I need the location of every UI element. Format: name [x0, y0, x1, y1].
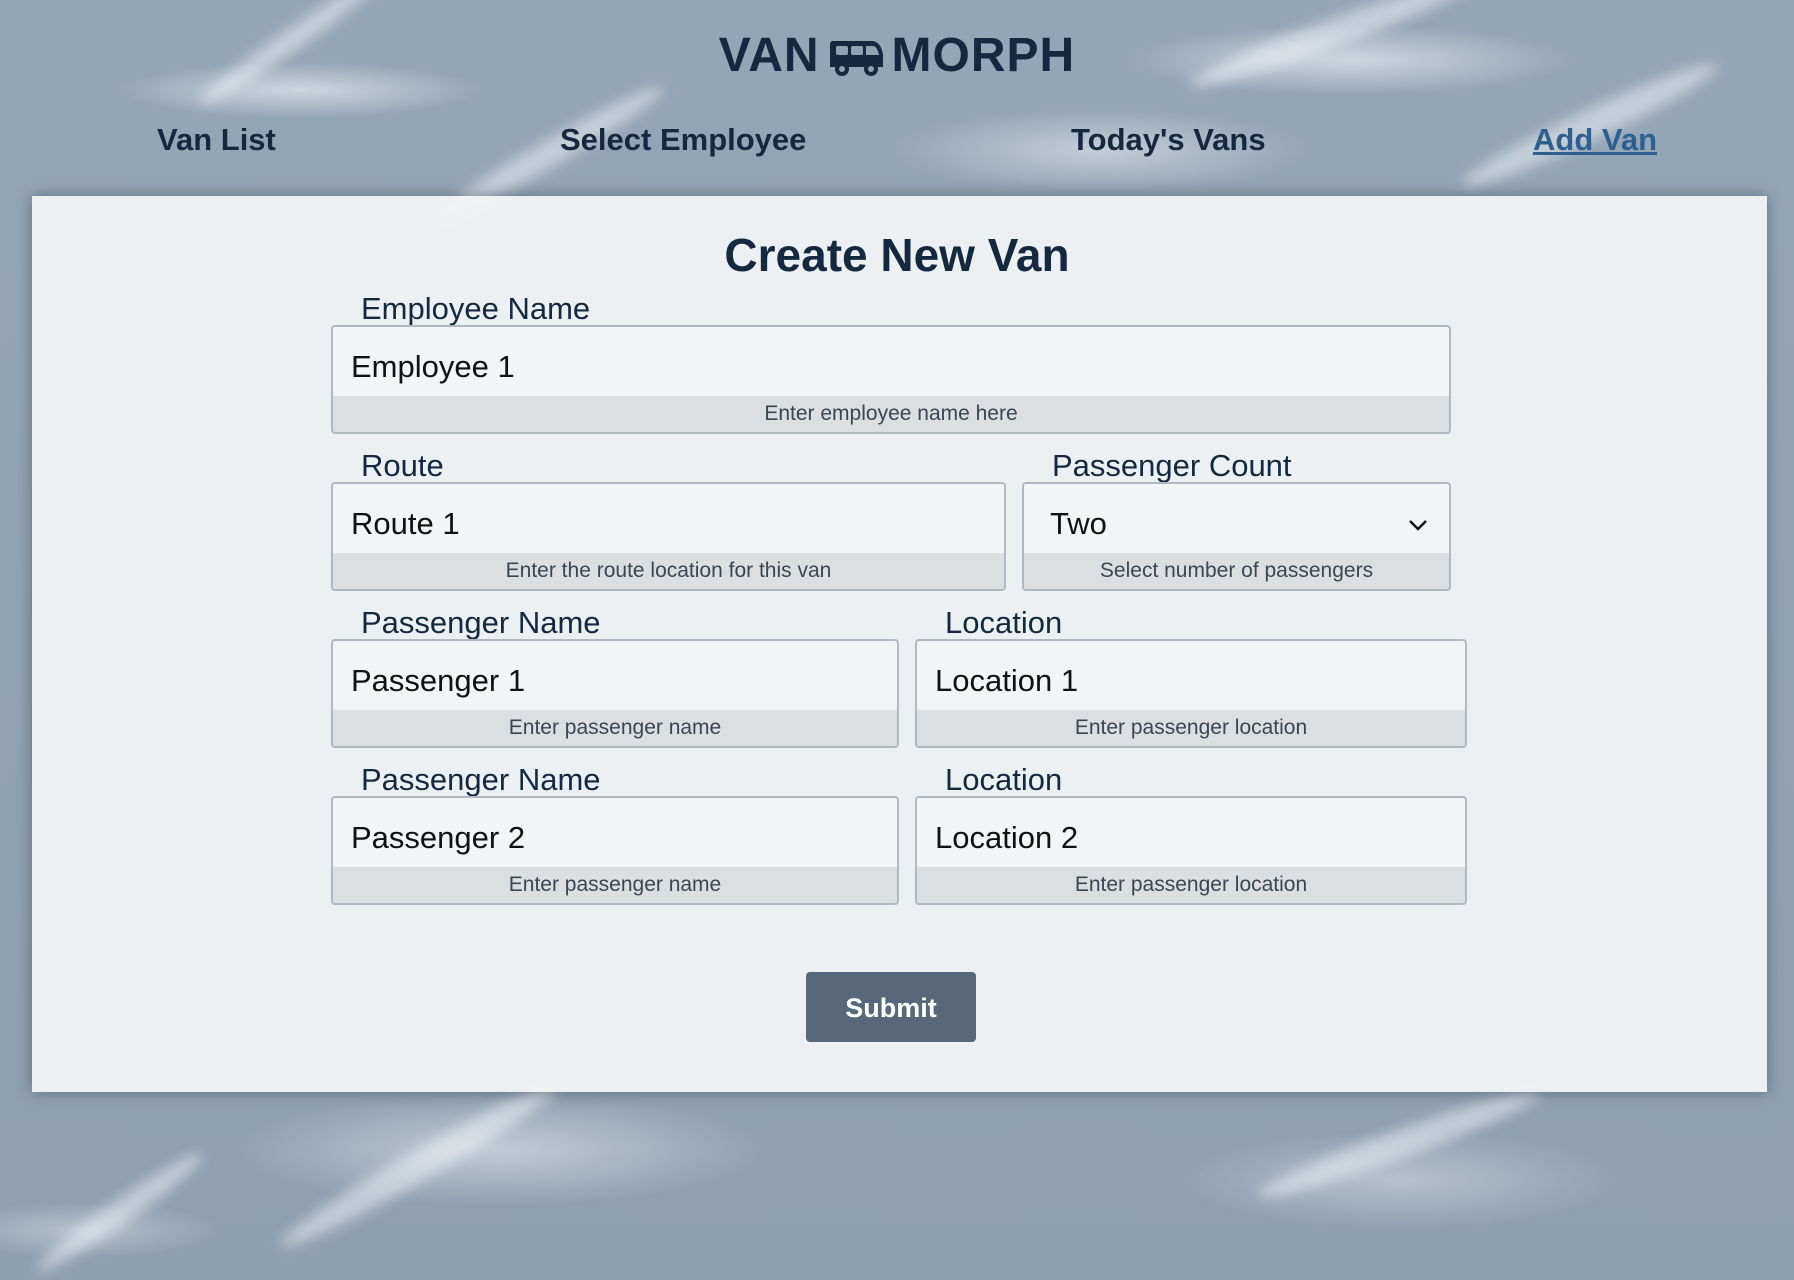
- passenger-name-help: Enter passenger name: [333, 867, 897, 903]
- passenger-name-label: Passenger Name: [361, 605, 601, 640]
- van-icon: [829, 40, 883, 76]
- passenger-location-field-2: Location Location 2 Enter passenger loca…: [915, 762, 1467, 905]
- brand-logo[interactable]: VAN MORPH: [0, 28, 1794, 83]
- passenger-count-value: Two: [1050, 506, 1107, 541]
- employee-value: Employee 1: [351, 349, 515, 384]
- passenger-count-help: Select number of passengers: [1024, 553, 1449, 589]
- employee-field: Employee Name Employee 1 Enter employee …: [331, 291, 1451, 434]
- passenger-name-help: Enter passenger name: [333, 710, 897, 746]
- route-label: Route: [361, 448, 444, 483]
- passenger-name-field-1: Passenger Name Passenger 1 Enter passeng…: [331, 605, 899, 748]
- location-help: Enter passenger location: [917, 867, 1465, 903]
- location-input[interactable]: Location 1 Enter passenger location: [915, 639, 1467, 748]
- route-help: Enter the route location for this van: [333, 553, 1004, 589]
- site-header: VAN MORPH Van List Select Employee Today…: [0, 0, 1794, 190]
- route-field: Route Route 1 Enter the route location f…: [331, 448, 1006, 591]
- location-label: Location: [945, 762, 1063, 797]
- passenger-count-label: Passenger Count: [1052, 448, 1292, 483]
- brand-left: VAN: [718, 29, 820, 82]
- location-input[interactable]: Location 2 Enter passenger location: [915, 796, 1467, 905]
- passenger-location-field-1: Location Location 1 Enter passenger loca…: [915, 605, 1467, 748]
- page-title: Create New Van: [724, 229, 1070, 281]
- employee-help: Enter employee name here: [333, 396, 1449, 432]
- passenger-name-input[interactable]: Passenger 1 Enter passenger name: [331, 639, 899, 748]
- passenger-name-input[interactable]: Passenger 2 Enter passenger name: [331, 796, 899, 905]
- nav-add-van[interactable]: Add Van: [1533, 122, 1657, 158]
- main-nav: Van List Select Employee Today's Vans Ad…: [0, 122, 1794, 172]
- passenger-count-select[interactable]: Two Select number of passengers: [1022, 482, 1451, 591]
- submit-button[interactable]: Submit: [806, 972, 976, 1042]
- employee-label: Employee Name: [361, 291, 591, 326]
- passenger-name-label: Passenger Name: [361, 762, 601, 797]
- route-input[interactable]: Route 1 Enter the route location for thi…: [331, 482, 1006, 591]
- employee-input[interactable]: Employee 1 Enter employee name here: [331, 325, 1451, 434]
- passenger-name-field-2: Passenger Name Passenger 2 Enter passeng…: [331, 762, 899, 905]
- nav-select-employee[interactable]: Select Employee: [560, 122, 806, 158]
- chevron-down-icon: [1409, 520, 1427, 531]
- passenger-name-value: Passenger 1: [351, 663, 526, 698]
- passenger-name-value: Passenger 2: [351, 820, 526, 855]
- passenger-count-field: Passenger Count Two Select number of pas…: [1022, 448, 1451, 591]
- location-value: Location 2: [935, 820, 1079, 855]
- location-label: Location: [945, 605, 1063, 640]
- nav-van-list[interactable]: Van List: [157, 122, 276, 158]
- route-value: Route 1: [351, 506, 460, 541]
- location-help: Enter passenger location: [917, 710, 1465, 746]
- brand-right: MORPH: [891, 29, 1076, 82]
- nav-todays-vans[interactable]: Today's Vans: [1071, 122, 1266, 158]
- location-value: Location 1: [935, 663, 1079, 698]
